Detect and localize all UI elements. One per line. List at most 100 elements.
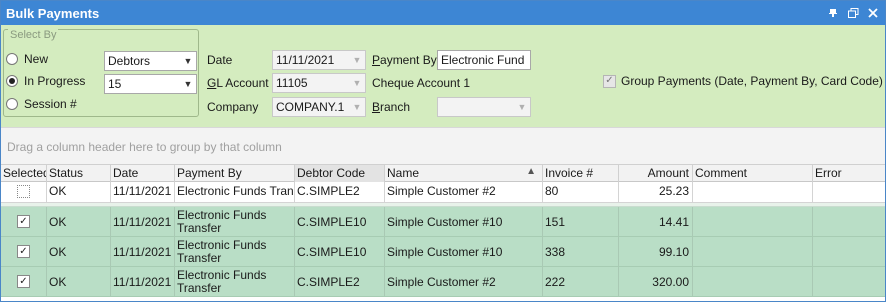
radio-session-circle[interactable] bbox=[6, 98, 18, 110]
chevron-down-icon[interactable]: ▼ bbox=[349, 98, 365, 116]
date-picker[interactable]: 11/11/2021 ▼ bbox=[272, 50, 366, 70]
table-row[interactable]: ✓ OK 11/11/2021 Electronic Funds Transfe… bbox=[1, 207, 885, 237]
radio-in-progress-label: In Progress bbox=[24, 74, 86, 88]
debtor-code-cell: C.SIMPLE10 bbox=[295, 207, 385, 236]
branch-label-underline: B bbox=[372, 100, 381, 114]
row-select-checkbox[interactable]: ✓ bbox=[17, 245, 30, 258]
chevron-down-icon[interactable]: ▼ bbox=[180, 75, 196, 93]
name-cell: Simple Customer #10 bbox=[385, 237, 543, 266]
comment-cell[interactable] bbox=[693, 267, 813, 296]
debtor-code-cell: C.SIMPLE2 bbox=[295, 182, 385, 202]
row-select-checkbox[interactable]: ✓ bbox=[17, 215, 30, 228]
payment-by-label: Payment By bbox=[372, 53, 437, 67]
window-controls bbox=[825, 5, 881, 21]
bulk-payments-window: Bulk Payments Select By New In Progress bbox=[0, 0, 886, 302]
debtor-code-cell: C.SIMPLE10 bbox=[295, 237, 385, 266]
table-row[interactable]: OK 11/11/2021 Electronic Funds Transfer … bbox=[1, 182, 885, 203]
group-payments-checkbox[interactable]: ✓ bbox=[603, 74, 616, 88]
chevron-down-icon[interactable]: ▼ bbox=[349, 51, 365, 69]
title-bar: Bulk Payments bbox=[1, 1, 885, 25]
cheque-account-text: Cheque Account 1 bbox=[372, 76, 471, 90]
debtors-select[interactable]: Debtors ▼ bbox=[104, 51, 197, 71]
amount-cell: 14.41 bbox=[619, 207, 693, 236]
group-by-area[interactable]: Drag a column header here to group by th… bbox=[1, 127, 885, 165]
gl-account-label-underline: G bbox=[207, 76, 217, 90]
date-value: 11/11/2021 bbox=[276, 53, 335, 67]
gl-account-select[interactable]: 11105 ▼ bbox=[272, 73, 366, 93]
column-header-debtor-code[interactable]: Debtor Code bbox=[295, 165, 385, 182]
column-header-payment-by[interactable]: Payment By bbox=[175, 165, 295, 182]
selected-cell[interactable]: ✓ bbox=[1, 237, 47, 266]
selected-cell[interactable]: ✓ bbox=[1, 267, 47, 296]
invoice-cell: 222 bbox=[543, 267, 619, 296]
comment-cell[interactable] bbox=[693, 237, 813, 266]
column-header-name-label: Name bbox=[387, 166, 420, 180]
payment-by-select[interactable]: Electronic Fund bbox=[437, 50, 531, 70]
date-cell: 11/11/2021 bbox=[111, 182, 175, 202]
pin-icon[interactable] bbox=[825, 5, 841, 21]
progress-select-value: 15 bbox=[108, 77, 122, 91]
date-cell: 11/11/2021 bbox=[111, 207, 175, 236]
name-cell: Simple Customer #10 bbox=[385, 207, 543, 236]
invoice-cell: 80 bbox=[543, 182, 619, 202]
chevron-down-icon[interactable]: ▼ bbox=[349, 74, 365, 92]
window-title: Bulk Payments bbox=[6, 6, 100, 21]
close-icon[interactable] bbox=[865, 5, 881, 21]
payment-by-label-rest: ayment By bbox=[380, 53, 437, 67]
column-header-name[interactable]: Name ▲ bbox=[385, 165, 543, 182]
select-by-legend: Select By bbox=[8, 29, 59, 41]
status-cell: OK bbox=[47, 237, 111, 266]
radio-new[interactable]: New bbox=[6, 52, 48, 66]
radio-session[interactable]: Session # bbox=[6, 97, 77, 111]
chevron-down-icon[interactable]: ▼ bbox=[514, 98, 530, 116]
selected-cell[interactable]: ✓ bbox=[1, 207, 47, 236]
amount-cell: 320.00 bbox=[619, 267, 693, 296]
chevron-down-icon[interactable]: ▼ bbox=[180, 52, 196, 70]
status-cell: OK bbox=[47, 207, 111, 236]
debtor-code-cell: C.SIMPLE2 bbox=[295, 267, 385, 296]
column-header-invoice[interactable]: Invoice # bbox=[543, 165, 619, 182]
payment-by-cell: Electronic Funds Transfer bbox=[175, 267, 295, 296]
column-header-error[interactable]: Error bbox=[813, 165, 885, 182]
select-by-group: Select By New In Progress Session # Debt… bbox=[3, 29, 199, 117]
column-header-comment[interactable]: Comment bbox=[693, 165, 813, 182]
branch-select[interactable]: ▼ bbox=[437, 97, 531, 117]
status-cell: OK bbox=[47, 267, 111, 296]
sort-ascending-icon: ▲ bbox=[526, 166, 536, 177]
payments-grid: Selected Status Date Payment By Debtor C… bbox=[1, 164, 885, 297]
branch-label: Branch bbox=[372, 100, 410, 114]
comment-cell[interactable] bbox=[693, 207, 813, 236]
table-row[interactable]: ✓ OK 11/11/2021 Electronic Funds Transfe… bbox=[1, 237, 885, 267]
comment-cell[interactable] bbox=[693, 182, 813, 202]
gl-account-value: 11105 bbox=[276, 76, 308, 90]
radio-new-circle[interactable] bbox=[6, 53, 18, 65]
group-by-hint: Drag a column header here to group by th… bbox=[7, 140, 282, 154]
column-header-date[interactable]: Date bbox=[111, 165, 175, 182]
payment-by-cell: Electronic Funds Transfer bbox=[175, 207, 295, 236]
restore-icon[interactable] bbox=[845, 5, 861, 21]
grid-header: Selected Status Date Payment By Debtor C… bbox=[1, 164, 885, 182]
column-header-selected[interactable]: Selected bbox=[1, 165, 47, 182]
row-select-checkbox[interactable]: ✓ bbox=[17, 275, 30, 288]
debtors-select-value: Debtors bbox=[108, 54, 151, 68]
group-payments-option[interactable]: ✓ Group Payments (Date, Payment By, Card… bbox=[603, 74, 883, 88]
row-select-checkbox[interactable] bbox=[17, 185, 30, 198]
radio-in-progress[interactable]: In Progress bbox=[6, 74, 85, 88]
name-cell: Simple Customer #2 bbox=[385, 267, 543, 296]
gl-account-label-rest: L Account bbox=[216, 76, 269, 90]
progress-select[interactable]: 15 ▼ bbox=[104, 74, 197, 94]
company-select[interactable]: COMPANY.1 ▼ bbox=[272, 97, 366, 117]
radio-in-progress-circle[interactable] bbox=[6, 75, 18, 87]
error-cell bbox=[813, 267, 885, 296]
filter-panel: Select By New In Progress Session # Debt… bbox=[1, 25, 885, 127]
selected-cell[interactable] bbox=[1, 182, 47, 202]
invoice-cell: 338 bbox=[543, 237, 619, 266]
amount-cell: 99.10 bbox=[619, 237, 693, 266]
column-header-status[interactable]: Status bbox=[47, 165, 111, 182]
company-value: COMPANY.1 bbox=[276, 100, 345, 114]
table-row[interactable]: ✓ OK 11/11/2021 Electronic Funds Transfe… bbox=[1, 267, 885, 297]
error-cell bbox=[813, 237, 885, 266]
date-label: Date bbox=[207, 53, 233, 67]
column-header-amount[interactable]: Amount bbox=[619, 165, 693, 182]
radio-session-label: Session # bbox=[24, 97, 77, 111]
